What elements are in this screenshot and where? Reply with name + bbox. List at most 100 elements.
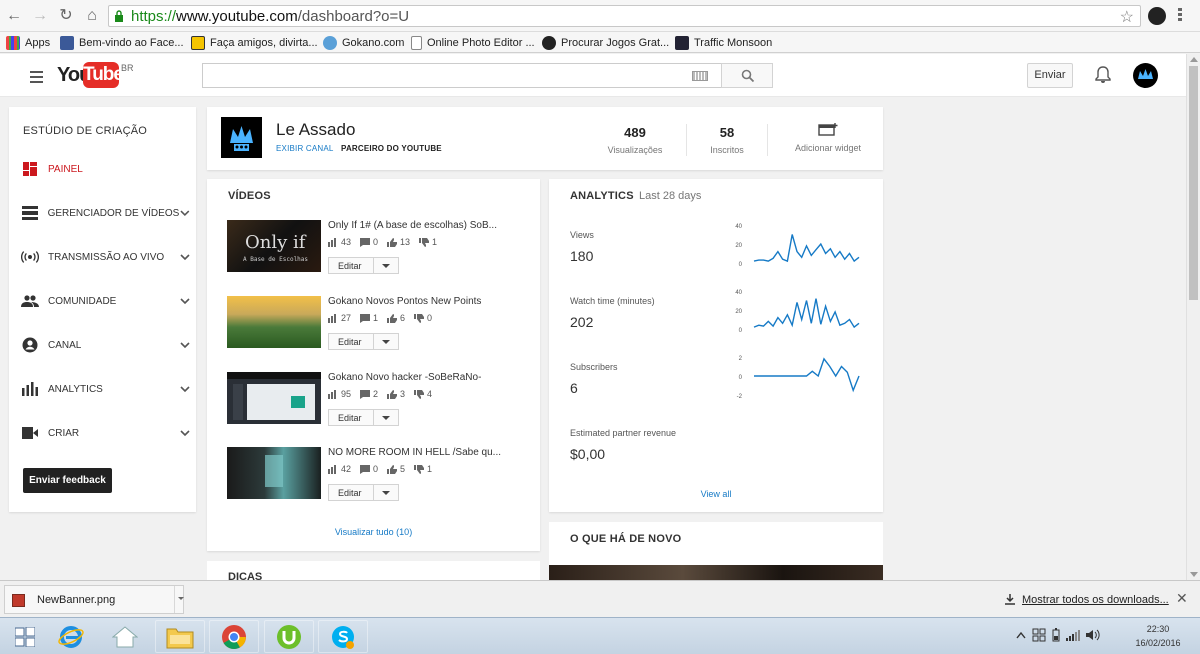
caret-down-icon[interactable] [382, 416, 390, 420]
network-signal-icon[interactable] [1066, 629, 1080, 641]
edit-button[interactable]: Editar [328, 484, 399, 501]
taskbar-chrome[interactable] [209, 620, 259, 653]
subscribers-label: Inscritos [710, 145, 744, 155]
channel-icon [21, 336, 39, 354]
add-widget-button[interactable]: Adicionar widget [785, 123, 871, 153]
views-sparkline[interactable]: 40 20 0 [734, 221, 864, 271]
account-avatar[interactable] [1133, 63, 1158, 88]
chevron-down-icon[interactable] [179, 427, 191, 439]
forward-icon[interactable]: → [30, 6, 50, 26]
watch-time-sparkline[interactable]: 40 20 0 [734, 287, 864, 337]
edit-button[interactable]: Editar [328, 333, 399, 350]
address-bar[interactable]: https://www.youtube.com/dashboard?o=U ☆ [108, 5, 1141, 27]
bookmark-star-icon[interactable]: ☆ [1120, 7, 1134, 27]
video-title[interactable]: Gokano Novo hacker -SoBeRaNo- [328, 372, 481, 383]
video-thumbnail[interactable] [227, 447, 321, 499]
search-button[interactable] [721, 63, 773, 88]
taskbar-explorer[interactable] [155, 620, 205, 653]
back-icon[interactable]: ← [4, 6, 24, 26]
video-dislikes: 0 [427, 313, 433, 323]
bookmark-gokano[interactable]: Gokano.com [323, 34, 404, 51]
live-icon [21, 248, 39, 266]
video-stats: 95 2 3 4 [328, 389, 441, 399]
chevron-down-icon[interactable] [179, 295, 191, 307]
sidebar-item-analytics[interactable]: ANALYTICS [21, 379, 191, 399]
taskbar-home[interactable] [100, 620, 150, 653]
chevron-down-icon[interactable] [179, 339, 191, 351]
send-feedback-button[interactable]: Enviar feedback [23, 468, 112, 493]
video-thumbnail[interactable] [227, 296, 321, 348]
axis-tick-label: 2 [739, 356, 743, 362]
video-title[interactable]: Only If 1# (A base de escolhas) SoB... [328, 220, 497, 231]
edit-button[interactable]: Editar [328, 257, 399, 274]
search-input[interactable] [202, 63, 722, 88]
volume-icon[interactable] [1086, 629, 1100, 641]
chevron-down-icon[interactable] [179, 383, 191, 395]
caret-down-icon[interactable] [382, 264, 390, 268]
bookmark-traffic[interactable]: Traffic Monsoon [675, 34, 772, 51]
video-thumbnail[interactable] [227, 372, 321, 424]
metric-value-subscribers[interactable]: 6 [570, 380, 578, 396]
bookmark-photo-editor[interactable]: Online Photo Editor ... [411, 34, 535, 51]
keyboard-icon[interactable] [692, 71, 708, 81]
close-icon[interactable]: ✕ [1176, 590, 1188, 607]
view-all-videos-link[interactable]: Visualizar tudo (10) [207, 527, 540, 537]
axis-tick-label: 20 [735, 309, 742, 315]
start-button[interactable] [0, 620, 50, 653]
caret-down-icon[interactable] [178, 597, 184, 600]
logo-text-tube[interactable]: Tube [83, 62, 124, 88]
scroll-down-icon[interactable] [1190, 572, 1198, 577]
page-scrollbar[interactable] [1186, 54, 1200, 580]
download-item[interactable]: NewBanner.png [4, 585, 184, 614]
caret-down-icon[interactable] [382, 491, 390, 495]
news-image[interactable] [549, 565, 883, 580]
video-title[interactable]: Gokano Novos Pontos New Points [328, 296, 481, 307]
subscribers-stat[interactable]: 58 Inscritos [697, 125, 757, 155]
sidebar-item-create[interactable]: CRIAR [21, 423, 191, 443]
metric-value-views[interactable]: 180 [570, 248, 593, 264]
edit-button[interactable]: Editar [328, 409, 399, 426]
extension-icon[interactable] [1148, 7, 1166, 25]
chevron-down-icon[interactable] [179, 251, 191, 263]
bookmark-games[interactable]: Procurar Jogos Grat... [542, 34, 669, 51]
battery-icon[interactable] [1052, 628, 1060, 642]
subscribers-sparkline[interactable]: 2 0 -2 [734, 353, 864, 403]
show-all-downloads-link[interactable]: Mostrar todos os downloads... [1004, 594, 1169, 606]
view-channel-link[interactable]: EXIBIR CANAL [276, 144, 334, 153]
scroll-up-icon[interactable] [1190, 57, 1198, 62]
youtube-header: You Tube BR Enviar [0, 54, 1186, 97]
tray-expand-icon[interactable] [1016, 631, 1026, 639]
guide-menu-icon[interactable] [30, 71, 43, 86]
analytics-view-all-link[interactable]: View all [549, 489, 883, 499]
notifications-bell-icon[interactable] [1095, 66, 1111, 84]
browser-menu-icon[interactable] [1178, 8, 1182, 24]
reload-icon[interactable]: ↻ [56, 6, 76, 26]
sidebar-item-live[interactable]: TRANSMISSÃO AO VIVO [21, 247, 191, 267]
taskbar-utorrent[interactable] [264, 620, 314, 653]
channel-avatar[interactable] [221, 117, 262, 158]
bookmark-apps[interactable]: Apps [6, 34, 50, 51]
taskbar-clock[interactable]: 22:30 16/02/2016 [1128, 622, 1188, 650]
caret-down-icon[interactable] [382, 340, 390, 344]
views-stat[interactable]: 489 Visualizações [600, 125, 670, 155]
sidebar-item-channel[interactable]: CANAL [21, 335, 191, 355]
action-center-icon[interactable] [1032, 628, 1046, 642]
metric-value-watch-time[interactable]: 202 [570, 314, 593, 330]
bookmark-friends[interactable]: Faça amigos, divirta... [191, 34, 318, 51]
upload-button[interactable]: Enviar [1027, 63, 1073, 88]
scrollbar-thumb[interactable] [1189, 66, 1198, 300]
sidebar-item-community[interactable]: COMUNIDADE [21, 291, 191, 311]
lock-icon [115, 10, 123, 22]
thumbnail-subtext: A Base de Escolhas [243, 256, 309, 263]
chevron-down-icon[interactable] [179, 207, 191, 219]
metric-value-revenue[interactable]: $0,00 [570, 446, 605, 462]
taskbar-ie[interactable] [46, 620, 96, 653]
sidebar-item-painel[interactable]: PAINEL [21, 159, 191, 179]
bookmark-facebook[interactable]: Bem-vindo ao Face... [60, 34, 184, 51]
video-title[interactable]: NO MORE ROOM IN HELL /Sabe qu... [328, 447, 501, 458]
video-views: 27 [341, 313, 352, 323]
video-thumbnail[interactable]: Only if A Base de Escolhas [227, 220, 321, 272]
sidebar-item-video-manager[interactable]: GERENCIADOR DE VÍDEOS [21, 203, 191, 223]
taskbar-skype[interactable] [318, 620, 368, 653]
home-icon[interactable]: ⌂ [82, 6, 102, 26]
